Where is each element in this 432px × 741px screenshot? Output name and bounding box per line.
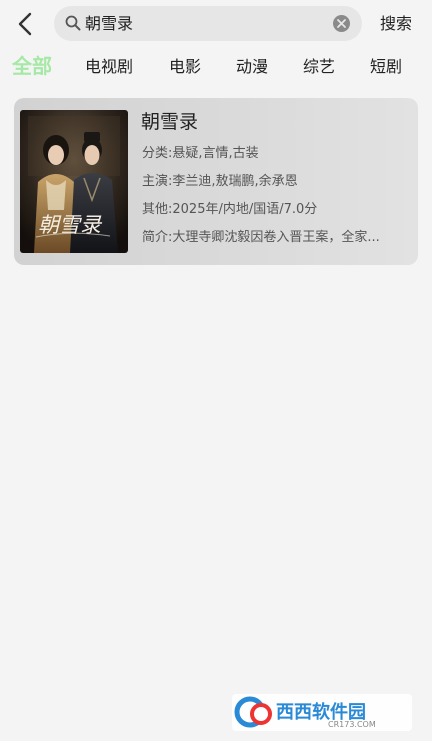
search-input[interactable]: 朝雪录 — [85, 13, 133, 34]
tab-short-drama[interactable]: 短剧 — [370, 56, 402, 78]
intro-label: 简介: — [142, 230, 173, 245]
result-other-info: 其他:2025年/内地/国语/7.0分 — [142, 201, 412, 219]
cast-label: 主演: — [142, 174, 173, 189]
category-value: 悬疑,言情,古装 — [172, 146, 259, 161]
result-title: 朝雪录 — [141, 111, 199, 133]
poster-image: 朝雪录 — [20, 110, 128, 253]
back-button[interactable] — [14, 10, 38, 38]
tab-anime[interactable]: 动漫 — [236, 56, 268, 78]
clear-icon[interactable] — [332, 14, 351, 33]
tab-all[interactable]: 全部 — [12, 53, 52, 79]
tab-variety[interactable]: 综艺 — [303, 56, 335, 78]
back-arrow-icon — [18, 12, 32, 36]
intro-value: 大理寺卿沈毅因卷入晋王案，全家... — [172, 230, 380, 245]
other-label: 其他: — [142, 202, 173, 217]
top-bar: 朝雪录 搜索 — [0, 0, 432, 48]
search-box[interactable]: 朝雪录 — [54, 6, 362, 41]
other-value: 2025年/内地/国语/7.0分 — [172, 202, 318, 217]
tab-movies[interactable]: 电影 — [169, 56, 201, 78]
cast-value: 李兰迪,敖瑞鹏,余承恩 — [172, 174, 298, 189]
result-category: 分类:悬疑,言情,古装 — [142, 145, 412, 163]
result-cast: 主演:李兰迪,敖瑞鹏,余承恩 — [142, 173, 412, 191]
watermark-sub: CR173.COM — [328, 720, 376, 729]
search-icon — [65, 15, 81, 31]
result-card[interactable]: 朝雪录 朝雪录 分类:悬疑,言情,古装 主演:李兰迪,敖瑞鹏,余承恩 其他:20… — [14, 98, 418, 265]
tab-tv-series[interactable]: 电视剧 — [85, 56, 133, 78]
category-tabs: 全部 电视剧 电影 动漫 综艺 短剧 — [0, 50, 432, 84]
result-intro: 简介:大理寺卿沈毅因卷入晋王案，全家... — [142, 229, 412, 247]
watermark-logo: 西西软件园 CR173.COM — [232, 694, 412, 731]
search-button[interactable]: 搜索 — [380, 13, 412, 34]
category-label: 分类: — [142, 146, 173, 161]
